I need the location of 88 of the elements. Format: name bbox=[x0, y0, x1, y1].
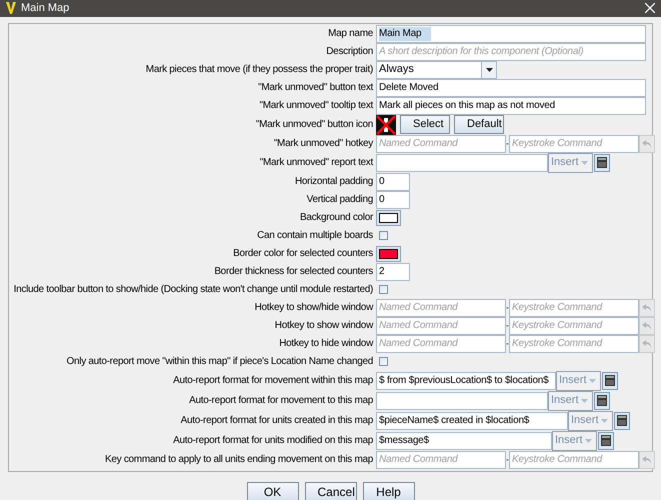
field-label: Vertical padding bbox=[306, 192, 374, 206]
calculator-button[interactable] bbox=[598, 432, 614, 450]
separator: - bbox=[506, 302, 509, 314]
calculator-icon bbox=[616, 415, 627, 426]
field-label: Include toolbar button to show/hide (Docking state won't change until module restarted) bbox=[12, 282, 374, 296]
dialog-button[interactable]: Cancel bbox=[304, 482, 356, 500]
color-button[interactable] bbox=[376, 246, 401, 262]
format-field[interactable]: $message$ bbox=[376, 432, 552, 450]
field-label: "Mark unmoved" tooltip text bbox=[258, 98, 374, 112]
piece-icon bbox=[376, 114, 396, 134]
field-label: "Mark unmoved" button text bbox=[257, 80, 374, 94]
field-label: Hotkey to show window bbox=[274, 318, 374, 332]
caret-icon bbox=[580, 398, 588, 402]
undo-button[interactable] bbox=[639, 298, 655, 316]
separator: - bbox=[506, 138, 509, 150]
dropdown[interactable]: Always bbox=[376, 60, 497, 78]
app-logo-icon bbox=[6, 2, 16, 14]
keystroke-field[interactable]: Keystroke Command bbox=[509, 316, 639, 334]
calculator-icon bbox=[600, 435, 611, 446]
field-label: Border color for selected counters bbox=[232, 246, 374, 260]
text-field[interactable]: Mark all pieces on this map as not moved bbox=[376, 96, 646, 114]
caret-icon bbox=[600, 418, 608, 422]
undo-icon bbox=[642, 456, 652, 464]
format-field[interactable]: $pieceName$ created in $location$ bbox=[376, 412, 568, 430]
named-command-field[interactable]: Named Command bbox=[376, 134, 506, 152]
field-label: Horizontal padding bbox=[294, 174, 374, 188]
field-label: Hotkey to hide window bbox=[278, 336, 374, 350]
field-label: "Mark unmoved" button icon bbox=[254, 118, 374, 132]
number-field[interactable]: 0 bbox=[376, 172, 410, 190]
format-field[interactable] bbox=[376, 154, 548, 172]
dialog-button[interactable]: OK bbox=[246, 482, 298, 500]
field-label: "Mark unmoved" hotkey bbox=[272, 136, 374, 150]
field-label: Border thickness for selected counters bbox=[213, 264, 374, 278]
caret-icon bbox=[580, 160, 588, 164]
field-label: Background color bbox=[298, 210, 374, 224]
color-button[interactable] bbox=[376, 210, 401, 226]
field-label: Hotkey to show/hide window bbox=[254, 300, 374, 314]
keystroke-field[interactable]: Keystroke Command bbox=[509, 334, 639, 352]
checkbox[interactable] bbox=[379, 285, 388, 294]
separator: - bbox=[506, 320, 509, 332]
undo-button[interactable] bbox=[639, 134, 655, 152]
format-field[interactable] bbox=[376, 392, 548, 410]
close-icon[interactable] bbox=[645, 3, 655, 14]
caret-icon bbox=[481, 62, 496, 78]
field-label: Can contain multiple boards bbox=[256, 228, 374, 242]
calculator-icon bbox=[604, 375, 615, 386]
text-field[interactable]: Main Map bbox=[376, 24, 646, 42]
field-label: Auto-report format for movement to this map bbox=[188, 394, 374, 408]
field-label: Auto-report format for units created in this map bbox=[180, 414, 374, 428]
checkbox[interactable] bbox=[379, 357, 388, 366]
undo-button[interactable] bbox=[639, 334, 655, 352]
format-field[interactable]: $ from $previousLocation$ to $location$ bbox=[376, 372, 556, 390]
calculator-button[interactable] bbox=[602, 372, 618, 390]
checkbox[interactable] bbox=[379, 231, 388, 240]
separator: - bbox=[506, 338, 509, 350]
keystroke-field[interactable]: Keystroke Command bbox=[509, 298, 639, 316]
icon-button[interactable]: Select bbox=[400, 115, 450, 134]
named-command-field[interactable]: Named Command bbox=[376, 334, 506, 352]
calculator-button[interactable] bbox=[594, 392, 610, 410]
calculator-icon bbox=[596, 157, 607, 168]
calculator-button[interactable] bbox=[614, 412, 630, 430]
keystroke-field[interactable]: Keystroke Command bbox=[509, 450, 639, 468]
named-command-field[interactable]: Named Command bbox=[376, 450, 506, 468]
separator: - bbox=[506, 454, 509, 466]
field-label: Mark pieces that move (if they possess the proper trait) bbox=[144, 62, 374, 76]
caret-icon bbox=[584, 438, 592, 442]
field-label: Auto-report format for units modified on this map bbox=[172, 434, 374, 448]
field-label: Only auto-report move "within this map" if piece's Location Name changed bbox=[66, 354, 374, 368]
field-label: Key command to apply to all units ending movement on this map bbox=[104, 452, 374, 466]
keystroke-field[interactable]: Keystroke Command bbox=[509, 134, 639, 152]
number-field[interactable]: 2 bbox=[376, 262, 410, 280]
icon-button[interactable]: Default bbox=[454, 115, 504, 134]
number-field[interactable]: 0 bbox=[376, 190, 410, 208]
field-label: Auto-report format for movement within this map bbox=[172, 374, 374, 388]
caret-icon bbox=[588, 378, 596, 382]
field-label: Map name bbox=[327, 26, 374, 40]
field-label: Description bbox=[325, 44, 374, 58]
calculator-icon bbox=[596, 395, 607, 406]
calculator-button[interactable] bbox=[594, 154, 610, 172]
window-title: Main Map bbox=[21, 1, 70, 16]
named-command-field[interactable]: Named Command bbox=[376, 316, 506, 334]
text-field[interactable]: Delete Moved bbox=[376, 78, 646, 96]
undo-icon bbox=[642, 140, 652, 148]
undo-button[interactable] bbox=[639, 450, 655, 468]
undo-button[interactable] bbox=[639, 316, 655, 334]
field-label: "Mark unmoved" report text bbox=[258, 156, 374, 170]
named-command-field[interactable]: Named Command bbox=[376, 298, 506, 316]
dialog-button[interactable]: Help bbox=[362, 482, 414, 500]
